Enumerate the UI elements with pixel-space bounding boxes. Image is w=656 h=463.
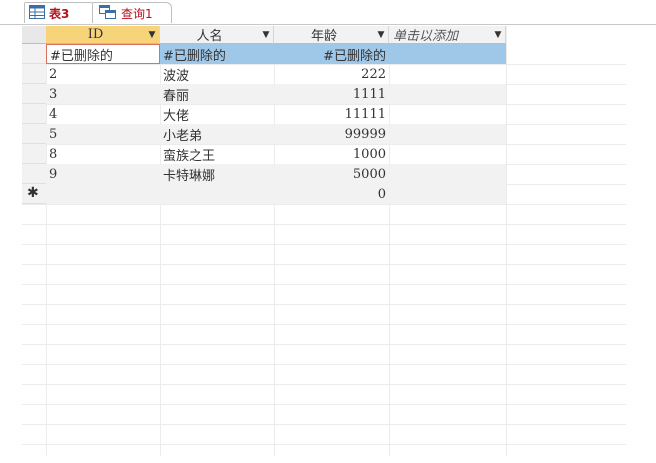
cell-empty[interactable]	[389, 44, 506, 64]
column-header-id-label: ID	[87, 27, 104, 42]
new-record-icon: ✱	[27, 185, 39, 201]
dropdown-arrow-icon[interactable]: ▼	[145, 30, 159, 40]
row-selector[interactable]	[22, 164, 46, 184]
cell-name[interactable]: #已删除的	[160, 44, 274, 64]
row-selector[interactable]	[22, 124, 46, 144]
cell-name[interactable]: 小老弟	[160, 124, 274, 144]
cell-age[interactable]: 1111	[274, 84, 389, 104]
row-selector[interactable]	[22, 104, 46, 124]
cell-age[interactable]: 11111	[274, 104, 389, 124]
tab-query1-label: 查询1	[121, 6, 153, 21]
cell-id[interactable]: 3	[46, 84, 160, 104]
cell-age[interactable]: 5000	[274, 164, 389, 184]
datasheet-grid: ID ▼ 人名 ▼ 年龄 ▼ 单击以添加 ▼ #已删除的 #已删除的 #已删除的…	[22, 26, 626, 456]
row-selector[interactable]	[22, 84, 46, 104]
cell-name[interactable]: 卡特琳娜	[160, 164, 274, 184]
cell-name[interactable]: 春丽	[160, 84, 274, 104]
dropdown-arrow-icon[interactable]: ▼	[374, 30, 388, 40]
dropdown-arrow-icon[interactable]: ▼	[491, 30, 505, 40]
cell-name[interactable]: 大佬	[160, 104, 274, 124]
cell-id[interactable]: 5	[46, 124, 160, 144]
cell-age[interactable]: 99999	[274, 124, 389, 144]
row-selector[interactable]	[22, 144, 46, 164]
cell-age[interactable]: 1000	[274, 144, 389, 164]
column-header-add[interactable]: 单击以添加 ▼	[389, 26, 506, 44]
cell-id[interactable]: 2	[46, 64, 160, 84]
new-record-selector[interactable]: ✱	[22, 184, 46, 204]
cell-age[interactable]: 222	[274, 64, 389, 84]
column-header-age-label: 年龄	[310, 29, 337, 44]
cell-age[interactable]: #已删除的	[274, 44, 389, 64]
cell-id[interactable]: #已删除的	[46, 44, 160, 64]
column-header-age[interactable]: 年龄 ▼	[274, 26, 389, 44]
cell-name[interactable]: 波波	[160, 64, 274, 84]
row-selector[interactable]	[22, 64, 46, 84]
cell-age-default[interactable]: 0	[274, 184, 389, 204]
cell-id[interactable]: 8	[46, 144, 160, 164]
row-selector[interactable]	[22, 44, 46, 64]
column-header-add-label: 单击以添加	[393, 29, 459, 44]
cell-name[interactable]: 蛮族之王	[160, 144, 274, 164]
column-header-id[interactable]: ID ▼	[46, 26, 160, 44]
tab-table3-label: 表3	[49, 6, 70, 21]
dropdown-arrow-icon[interactable]: ▼	[259, 30, 273, 40]
column-header-name-label: 人名	[196, 29, 223, 44]
tab-table3[interactable]: 表3	[24, 2, 96, 23]
cell-id[interactable]: 4	[46, 104, 160, 124]
select-all-corner[interactable]	[22, 26, 46, 44]
table-icon	[29, 4, 45, 22]
tab-query1[interactable]: 查询1	[92, 2, 172, 23]
query-icon	[99, 4, 117, 22]
column-header-name[interactable]: 人名 ▼	[160, 26, 274, 44]
document-tab-strip: 表3 查询1	[0, 0, 656, 25]
cell-id[interactable]: 9	[46, 164, 160, 184]
